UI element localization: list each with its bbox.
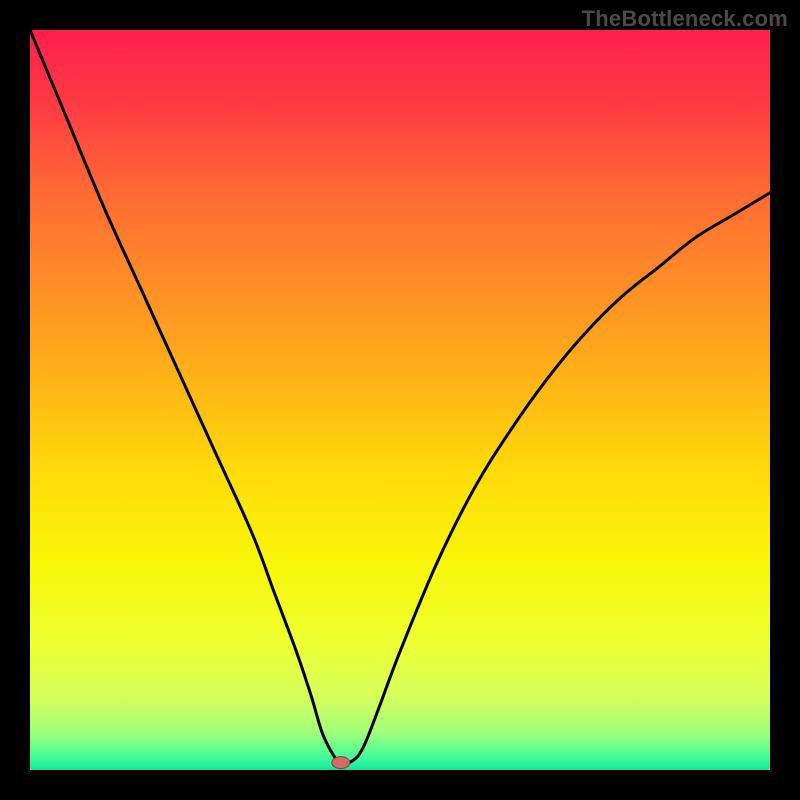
plot-svg (30, 30, 770, 770)
min-marker-icon (332, 757, 350, 769)
watermark-text: TheBottleneck.com (582, 6, 788, 32)
chart-frame: TheBottleneck.com (0, 0, 800, 800)
curve-line (30, 30, 770, 763)
plot-area (30, 30, 770, 770)
